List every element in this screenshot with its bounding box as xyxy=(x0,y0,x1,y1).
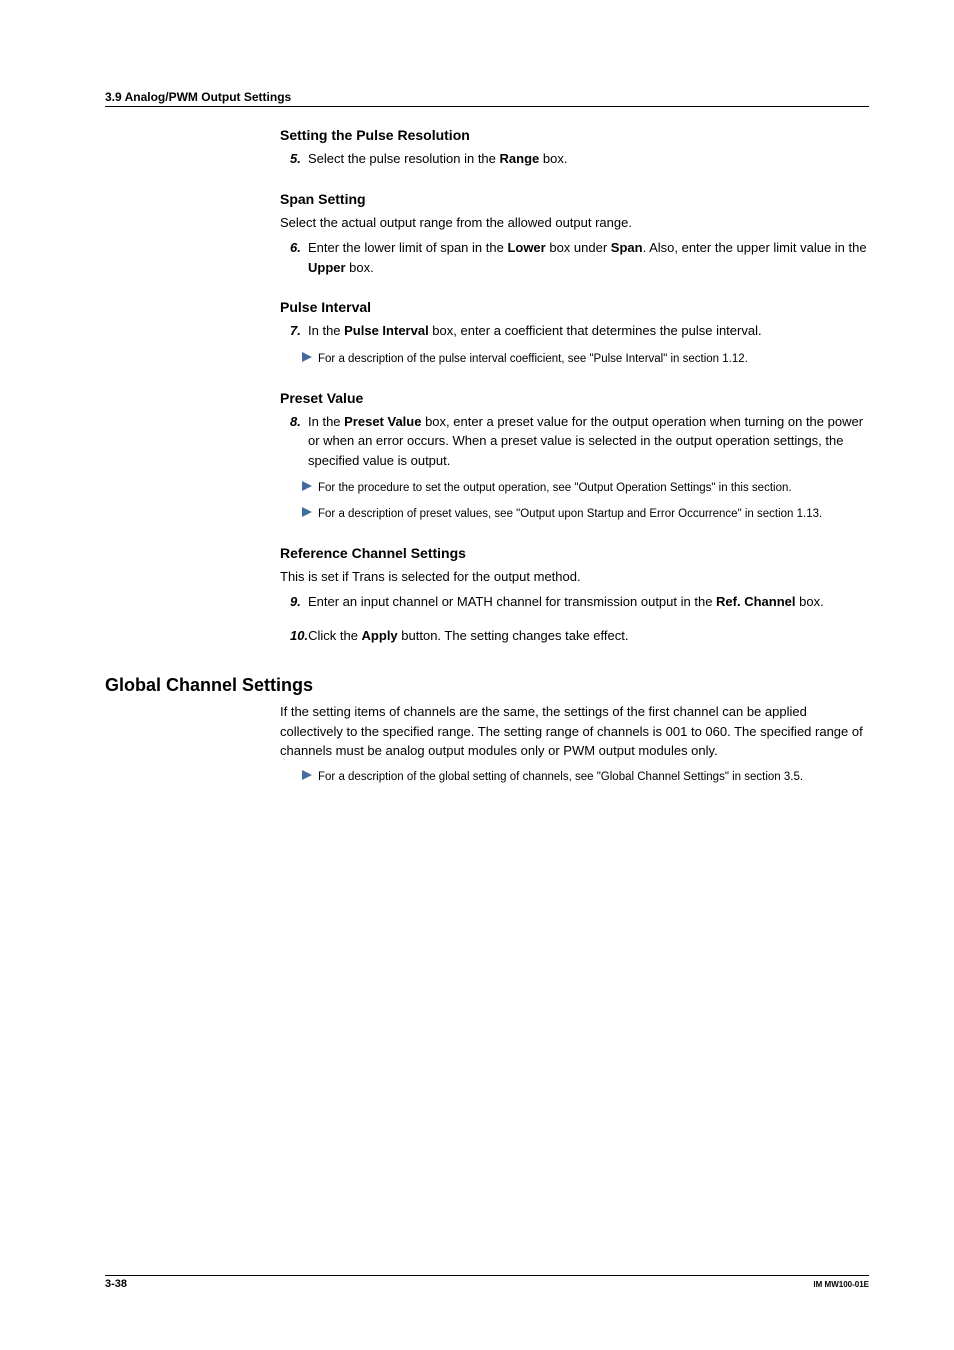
note-text: For a description of preset values, see … xyxy=(318,506,869,523)
span-intro: Select the actual output range from the … xyxy=(280,213,869,233)
header-section: 3.9 Analog/PWM Output Settings xyxy=(105,90,869,107)
note-pulse-interval: For a description of the pulse interval … xyxy=(280,351,869,368)
step-text: Select the pulse resolution in the Range… xyxy=(308,149,869,169)
note-global: For a description of the global setting … xyxy=(280,769,869,786)
step-text: In the Pulse Interval box, enter a coeff… xyxy=(308,321,869,341)
step-text: Click the Apply button. The setting chan… xyxy=(308,626,869,646)
step-number: 9. xyxy=(280,592,308,612)
triangle-icon xyxy=(302,769,318,786)
global-channel-content: If the setting items of channels are the… xyxy=(105,702,869,786)
content-area: Setting the Pulse Resolution 5. Select t… xyxy=(105,127,869,645)
step-10: 10. Click the Apply button. The setting … xyxy=(280,626,869,646)
pulse-interval-heading: Pulse Interval xyxy=(280,299,869,315)
step-text: Enter the lower limit of span in the Low… xyxy=(308,238,869,277)
doc-id: IM MW100-01E xyxy=(813,1278,869,1290)
triangle-icon xyxy=(302,351,318,368)
reference-channel-heading: Reference Channel Settings xyxy=(280,545,869,561)
section-label: 3.9 Analog/PWM Output Settings xyxy=(105,90,291,104)
step-number: 6. xyxy=(280,238,308,277)
pulse-resolution-heading: Setting the Pulse Resolution xyxy=(280,127,869,143)
global-intro: If the setting items of channels are the… xyxy=(280,702,869,761)
note-text: For a description of the global setting … xyxy=(318,769,869,786)
step-text: Enter an input channel or MATH channel f… xyxy=(308,592,869,612)
note-text: For a description of the pulse interval … xyxy=(318,351,869,368)
note-preset-2: For a description of preset values, see … xyxy=(280,506,869,523)
global-channel-heading: Global Channel Settings xyxy=(105,675,869,696)
step-5: 5. Select the pulse resolution in the Ra… xyxy=(280,149,869,169)
footer: 3-38 IM MW100-01E xyxy=(105,1275,869,1290)
step-7: 7. In the Pulse Interval box, enter a co… xyxy=(280,321,869,341)
triangle-icon xyxy=(302,506,318,523)
triangle-icon xyxy=(302,480,318,497)
span-setting-heading: Span Setting xyxy=(280,191,869,207)
step-8: 8. In the Preset Value box, enter a pres… xyxy=(280,412,869,471)
preset-value-heading: Preset Value xyxy=(280,390,869,406)
step-number: 10. xyxy=(280,626,308,646)
note-preset-1: For the procedure to set the output oper… xyxy=(280,480,869,497)
note-text: For the procedure to set the output oper… xyxy=(318,480,869,497)
step-6: 6. Enter the lower limit of span in the … xyxy=(280,238,869,277)
step-text: In the Preset Value box, enter a preset … xyxy=(308,412,869,471)
step-9: 9. Enter an input channel or MATH channe… xyxy=(280,592,869,612)
step-number: 5. xyxy=(280,149,308,169)
step-number: 7. xyxy=(280,321,308,341)
reference-intro: This is set if Trans is selected for the… xyxy=(280,567,869,587)
page-number: 3-38 xyxy=(105,1278,127,1290)
step-number: 8. xyxy=(280,412,308,471)
